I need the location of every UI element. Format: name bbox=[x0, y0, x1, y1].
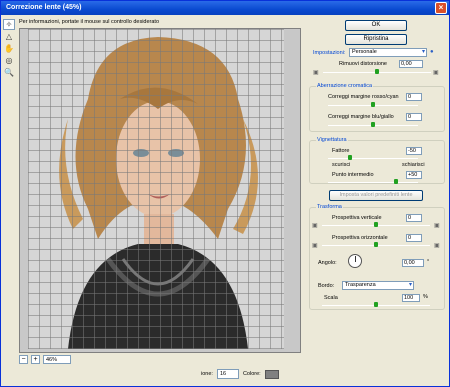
distortion-input[interactable]: 0,00 bbox=[399, 60, 423, 68]
settings-panel: OK Ripristina Impostazioni: Personale ● … bbox=[307, 16, 447, 384]
edge-select[interactable]: Trasparenza bbox=[342, 281, 414, 290]
zoom-out-button[interactable]: − bbox=[19, 354, 28, 364]
midpoint-slider-knob[interactable] bbox=[394, 179, 398, 184]
vertical-perspective-label: Prospettiva verticale bbox=[332, 215, 382, 221]
vignette-amount-label: Fattore bbox=[332, 148, 350, 154]
straighten-tool-icon[interactable]: △ bbox=[3, 31, 15, 42]
move-grid-tool-icon[interactable]: ◎ bbox=[3, 55, 15, 66]
horizontal-perspective-slider[interactable] bbox=[322, 242, 430, 247]
lens-correction-dialog: Correzione lente (45%) × ✧ △ ✋ ◎ 🔍 Per i… bbox=[0, 0, 450, 387]
settings-menu-icon[interactable]: ● bbox=[430, 49, 434, 55]
horizontal-perspective-left-icon: ▣ bbox=[312, 243, 318, 249]
vertical-perspective-left-icon: ▣ bbox=[312, 223, 318, 229]
grid-color-label: Colore: bbox=[242, 371, 261, 377]
blue-yellow-slider-knob[interactable] bbox=[371, 122, 375, 127]
blue-yellow-label: Correggi margine blu/giallo bbox=[328, 114, 394, 120]
grid-size-input[interactable]: 16 bbox=[216, 369, 239, 379]
remove-distortion-tool-icon[interactable]: ✧ bbox=[3, 19, 15, 30]
angle-dial-icon[interactable] bbox=[348, 254, 362, 268]
settings-select[interactable]: Personale bbox=[349, 48, 427, 57]
settings-label: Impostazioni: bbox=[313, 50, 346, 56]
red-cyan-slider[interactable] bbox=[328, 102, 418, 107]
set-lens-default-button[interactable]: Imposta valori predefiniti lente bbox=[329, 190, 423, 201]
toolbox: ✧ △ ✋ ◎ 🔍 bbox=[3, 19, 17, 79]
info-text: Per informazioni, portate il mouse sul c… bbox=[19, 19, 160, 25]
scale-slider[interactable] bbox=[322, 302, 430, 307]
edge-label: Bordo: bbox=[318, 283, 335, 289]
blue-yellow-input[interactable]: 0 bbox=[406, 113, 422, 121]
angle-unit: ° bbox=[427, 259, 430, 265]
horizontal-perspective-input[interactable]: 0 bbox=[406, 234, 422, 242]
preview-canvas[interactable] bbox=[19, 28, 301, 353]
zoom-in-button[interactable]: + bbox=[31, 354, 40, 364]
vertical-perspective-right-icon: ▣ bbox=[434, 223, 440, 229]
scale-unit: % bbox=[423, 294, 428, 300]
window-title: Correzione lente (45%) bbox=[6, 4, 82, 11]
red-cyan-input[interactable]: 0 bbox=[406, 93, 422, 101]
red-cyan-label: Correggi margine rosso/cyan bbox=[328, 94, 399, 100]
grid-color-swatch[interactable] bbox=[264, 369, 279, 379]
grid-options: ione: 16 Colore: bbox=[201, 367, 279, 381]
scale-input[interactable]: 100 bbox=[402, 294, 420, 302]
vignette-amount-slider[interactable] bbox=[328, 155, 418, 160]
barrel-icon: ▣ bbox=[433, 70, 439, 76]
horizontal-perspective-right-icon: ▣ bbox=[434, 243, 440, 249]
vignette-group: Vignettatura Fattore -50 scurisci schiar… bbox=[309, 137, 445, 184]
scale-slider-knob[interactable] bbox=[374, 302, 378, 307]
close-icon[interactable]: × bbox=[435, 2, 447, 14]
blue-yellow-slider[interactable] bbox=[328, 122, 418, 127]
grid-size-label: ione: bbox=[201, 371, 213, 377]
vignette-amount-slider-knob[interactable] bbox=[348, 155, 352, 160]
transform-title: Trasforma bbox=[316, 204, 343, 210]
transform-group: Trasforma Prospettiva verticale 0 ▣ ▣ Pr… bbox=[309, 204, 445, 310]
zoom-level-select[interactable]: 46% bbox=[43, 354, 71, 364]
alignment-grid bbox=[28, 29, 284, 349]
hand-tool-icon[interactable]: ✋ bbox=[3, 43, 15, 54]
title-bar: Correzione lente (45%) × bbox=[1, 1, 449, 15]
vignette-title: Vignettatura bbox=[316, 137, 348, 143]
midpoint-input[interactable]: +50 bbox=[406, 171, 422, 179]
reset-button[interactable]: Ripristina bbox=[345, 34, 407, 45]
zoom-bar: − + 46% bbox=[19, 353, 301, 365]
chromatic-group: Aberrazione cromatica Correggi margine r… bbox=[309, 83, 445, 132]
distortion-slider-knob[interactable] bbox=[375, 69, 379, 74]
horizontal-perspective-slider-knob[interactable] bbox=[374, 242, 378, 247]
vertical-perspective-slider-knob[interactable] bbox=[374, 222, 378, 227]
red-cyan-slider-knob[interactable] bbox=[371, 102, 375, 107]
angle-input[interactable]: 0,00 bbox=[402, 259, 424, 267]
vertical-perspective-input[interactable]: 0 bbox=[406, 214, 422, 222]
distortion-label: Rimuovi distorsione bbox=[339, 61, 387, 67]
zoom-tool-icon[interactable]: 🔍 bbox=[3, 67, 15, 78]
vertical-perspective-slider[interactable] bbox=[322, 222, 430, 227]
angle-label: Angolo: bbox=[318, 260, 337, 266]
horizontal-perspective-label: Prospettiva orizzontale bbox=[332, 235, 388, 241]
scale-label: Scala bbox=[324, 295, 338, 301]
ok-button[interactable]: OK bbox=[345, 20, 407, 31]
lighten-label: schiarisci bbox=[402, 162, 425, 168]
pincushion-icon: ▣ bbox=[313, 70, 319, 76]
vignette-amount-input[interactable]: -50 bbox=[406, 147, 422, 155]
distortion-slider[interactable] bbox=[323, 69, 431, 74]
midpoint-label: Punto intermedio bbox=[332, 172, 374, 178]
midpoint-slider[interactable] bbox=[328, 179, 418, 184]
chromatic-title: Aberrazione cromatica bbox=[316, 83, 374, 89]
darken-label: scurisci bbox=[332, 162, 351, 168]
